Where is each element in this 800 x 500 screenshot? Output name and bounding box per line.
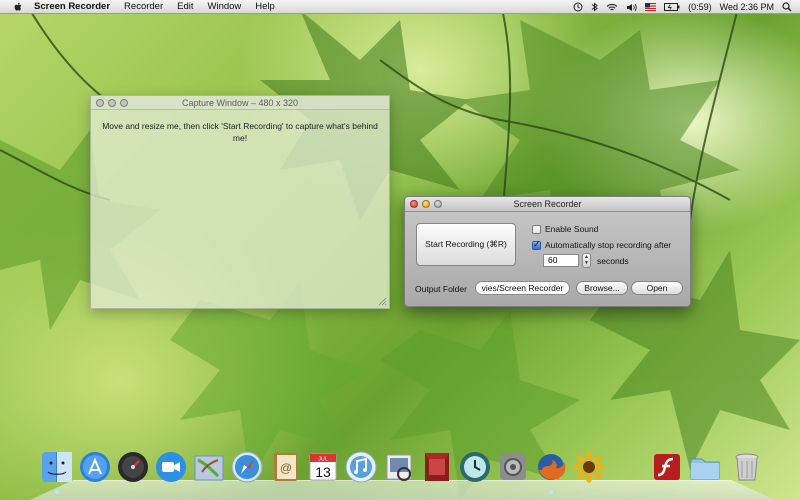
minimize-icon[interactable] bbox=[422, 200, 430, 208]
svg-text:@: @ bbox=[280, 461, 292, 475]
browse-button[interactable]: Browse... bbox=[576, 281, 628, 295]
enable-sound-label: Enable Sound bbox=[545, 224, 598, 234]
enable-sound-checkbox[interactable] bbox=[532, 225, 541, 234]
recorder-title: Screen Recorder bbox=[513, 199, 581, 209]
menu-window[interactable]: Window bbox=[208, 1, 242, 12]
dashboard-icon[interactable] bbox=[116, 450, 150, 484]
seconds-label: seconds bbox=[597, 256, 629, 266]
close-icon[interactable] bbox=[410, 200, 418, 208]
menu-recorder[interactable]: Recorder bbox=[124, 1, 163, 12]
volume-icon[interactable] bbox=[626, 3, 637, 12]
finder-icon[interactable] bbox=[40, 450, 74, 484]
recorder-window-controls bbox=[410, 200, 446, 208]
capture-window-title: Capture Window – 480 x 320 bbox=[182, 98, 298, 108]
trash-icon[interactable] bbox=[730, 450, 764, 484]
app-store-icon[interactable] bbox=[78, 450, 112, 484]
menu-edit[interactable]: Edit bbox=[177, 1, 193, 12]
output-folder-label: Output Folder bbox=[415, 284, 467, 294]
battery-time[interactable]: (0:59) bbox=[688, 2, 712, 12]
seconds-stepper[interactable]: ▲ ▼ bbox=[582, 253, 591, 268]
open-button[interactable]: Open bbox=[631, 281, 683, 295]
auto-stop-label: Automatically stop recording after bbox=[545, 240, 671, 250]
wifi-icon[interactable] bbox=[606, 3, 618, 12]
close-icon[interactable] bbox=[96, 99, 104, 107]
mail-icon[interactable] bbox=[192, 450, 226, 484]
menu-clock[interactable]: Wed 2:36 PM bbox=[720, 2, 774, 12]
dock: @ JUL 13 bbox=[40, 450, 780, 490]
apple-menu-icon[interactable] bbox=[12, 1, 24, 13]
input-menu-flag-icon[interactable] bbox=[645, 3, 656, 11]
time-machine-status-icon[interactable] bbox=[573, 2, 583, 12]
seconds-input[interactable]: 60 bbox=[543, 254, 579, 267]
start-recording-button[interactable]: Start Recording (⌘R) bbox=[416, 223, 516, 266]
resize-grip-icon[interactable] bbox=[378, 297, 387, 306]
system-preferences-icon[interactable] bbox=[496, 450, 530, 484]
enable-sound-row[interactable]: Enable Sound bbox=[532, 224, 598, 234]
bluetooth-icon[interactable] bbox=[591, 2, 598, 12]
auto-stop-checkbox[interactable] bbox=[532, 241, 541, 250]
ical-month: JUL bbox=[318, 457, 328, 463]
facetime-icon[interactable] bbox=[154, 450, 188, 484]
flash-player-icon[interactable] bbox=[650, 450, 684, 484]
zoom-icon[interactable] bbox=[434, 200, 442, 208]
photo-booth-icon[interactable] bbox=[420, 450, 454, 484]
address-book-icon[interactable]: @ bbox=[268, 450, 302, 484]
firefox-icon[interactable] bbox=[534, 450, 568, 484]
capture-window[interactable]: Capture Window – 480 x 320 Move and resi… bbox=[90, 95, 390, 309]
running-indicator bbox=[55, 490, 59, 494]
battery-icon[interactable] bbox=[664, 3, 680, 11]
minimize-icon[interactable] bbox=[108, 99, 116, 107]
spotlight-icon[interactable] bbox=[782, 2, 792, 12]
running-indicator bbox=[549, 490, 553, 494]
screen-recorder-window: Screen Recorder Start Recording (⌘R) Ena… bbox=[404, 196, 691, 307]
preview-icon[interactable] bbox=[382, 450, 416, 484]
menu-help[interactable]: Help bbox=[255, 1, 275, 12]
capture-window-controls bbox=[96, 99, 132, 107]
menu-app-name[interactable]: Screen Recorder bbox=[34, 1, 110, 12]
sunflower-icon[interactable] bbox=[572, 450, 606, 484]
safari-icon[interactable] bbox=[230, 450, 264, 484]
capture-instructions: Move and resize me, then click 'Start Re… bbox=[101, 120, 379, 144]
itunes-icon[interactable] bbox=[344, 450, 378, 484]
output-folder-field[interactable]: vies/Screen Recorder bbox=[475, 281, 570, 295]
zoom-icon[interactable] bbox=[120, 99, 128, 107]
time-machine-icon[interactable] bbox=[458, 450, 492, 484]
menu-extras: (0:59) Wed 2:36 PM bbox=[565, 0, 800, 14]
menu-bar: Screen Recorder Recorder Edit Window Hel… bbox=[0, 0, 800, 14]
auto-stop-row[interactable]: Automatically stop recording after bbox=[532, 240, 671, 250]
ical-date: 13 bbox=[315, 464, 331, 480]
capture-window-titlebar[interactable]: Capture Window – 480 x 320 bbox=[91, 96, 389, 110]
recorder-titlebar[interactable]: Screen Recorder bbox=[405, 197, 690, 212]
ical-icon[interactable]: JUL 13 bbox=[306, 450, 340, 484]
documents-folder-icon[interactable] bbox=[688, 450, 722, 484]
